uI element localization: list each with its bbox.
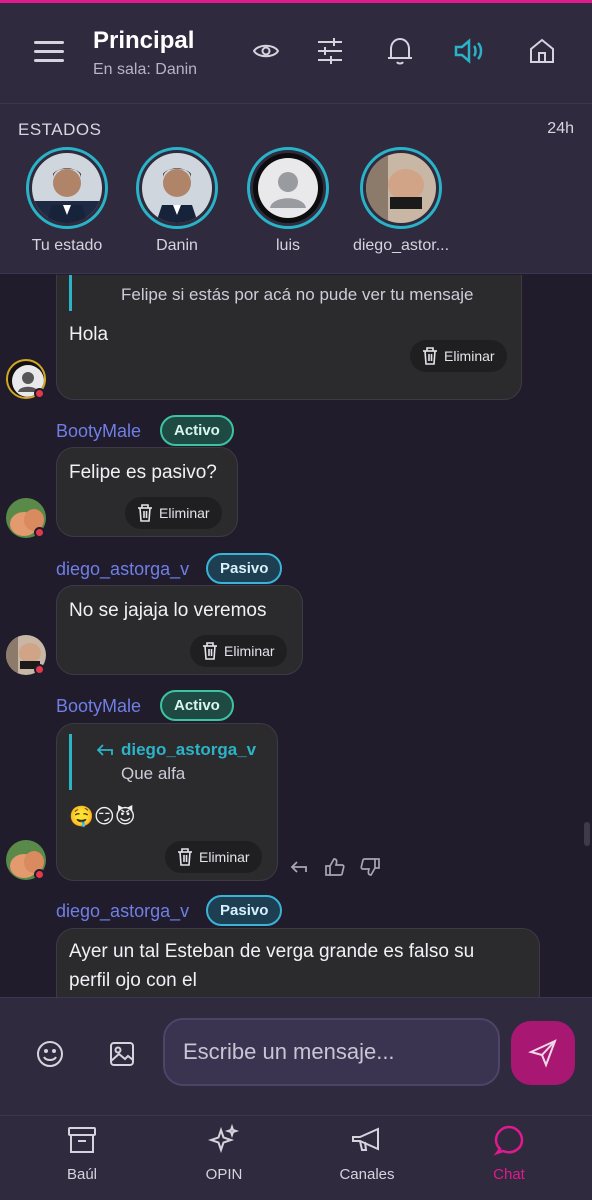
delete-button[interactable]: Eliminar <box>190 635 287 667</box>
message-text-line-2: perfil ojo con el <box>69 970 197 991</box>
archive-icon <box>22 1122 142 1158</box>
room-subtitle: En sala: Danin <box>93 61 198 78</box>
reply-username: diego_astorga_v <box>121 740 257 759</box>
message-text-line-1: Ayer un tal Esteban de verga grande es f… <box>69 941 475 962</box>
chat-icon <box>449 1122 569 1158</box>
emoji-icon[interactable] <box>32 1036 68 1072</box>
story-diego[interactable]: diego_astor... <box>341 147 461 255</box>
send-button[interactable] <box>511 1021 575 1085</box>
story-luis[interactable]: luis <box>228 147 348 255</box>
avatar <box>253 153 323 223</box>
role-badge: Activo <box>160 415 234 446</box>
role-badge: Pasivo <box>206 895 283 926</box>
message-username[interactable]: BootyMale <box>56 421 141 442</box>
trash-icon <box>203 642 217 660</box>
nav-label: Baúl <box>66 1166 98 1183</box>
message-bubble: Felipe si estás por acá no pude ver tu m… <box>56 275 522 400</box>
status-dot <box>34 664 45 675</box>
scrollbar-thumb[interactable] <box>584 822 590 846</box>
message-username[interactable]: BootyMale <box>56 696 141 717</box>
message-username[interactable]: diego_astorga_v <box>56 559 189 580</box>
chat-messages[interactable]: Felipe si estás por acá no pude ver tu m… <box>0 275 592 997</box>
page-title: Principal <box>93 27 195 54</box>
nav-item-opin[interactable]: OPIN <box>164 1122 284 1183</box>
message-input[interactable] <box>163 1018 500 1086</box>
trash-icon <box>423 347 437 365</box>
story-danin[interactable]: Danin <box>117 147 237 255</box>
menu-icon[interactable] <box>34 41 64 65</box>
thumbs-up-icon[interactable] <box>325 857 345 877</box>
delete-label: Eliminar <box>224 643 275 659</box>
message-bubble: No se jajaja lo veremos Eliminar <box>56 585 303 675</box>
story-name: diego_astor... <box>352 237 450 254</box>
message-text: 🤤😏😈 <box>69 806 136 828</box>
trash-icon <box>178 848 192 866</box>
sparkles-icon <box>164 1122 284 1158</box>
role-badge: Pasivo <box>206 553 283 584</box>
delete-label: Eliminar <box>159 505 210 521</box>
nav-item-baul[interactable]: Baúl <box>22 1122 142 1183</box>
trash-icon <box>138 504 152 522</box>
reply-icon[interactable] <box>290 859 308 875</box>
thumbs-down-icon[interactable] <box>360 857 380 877</box>
stories-section: ESTADOS 24h Tu estado Danin luis diego_a… <box>0 104 592 274</box>
avatar <box>142 153 212 223</box>
stories-timeframe: 24h <box>547 120 574 137</box>
message-bubble: diego_astorga_v Que alfa 🤤😏😈 Eliminar <box>56 723 278 881</box>
story-name: Tu estado <box>31 237 103 254</box>
filters-icon[interactable] <box>312 33 348 69</box>
delete-button[interactable]: Eliminar <box>165 841 262 873</box>
nav-label: Chat <box>493 1166 525 1183</box>
delete-button[interactable]: Eliminar <box>125 497 222 529</box>
message-bubble: Ayer un tal Esteban de verga grande es f… <box>56 928 540 997</box>
bottom-navigation: Baúl OPIN Canales Chat <box>0 1115 592 1200</box>
home-icon[interactable] <box>524 33 560 69</box>
nav-item-chat[interactable]: Chat <box>449 1122 569 1183</box>
avatar <box>32 153 102 223</box>
status-dot <box>34 388 45 399</box>
bell-icon[interactable] <box>382 33 418 69</box>
image-icon[interactable] <box>104 1036 140 1072</box>
eye-icon[interactable] <box>248 33 284 69</box>
message-composer <box>0 997 592 1115</box>
nav-label: Canales <box>339 1166 395 1183</box>
story-name: Danin <box>156 237 198 254</box>
message-bubble: Felipe es pasivo? Eliminar <box>56 447 238 537</box>
message-text: Felipe es pasivo? <box>69 462 217 483</box>
status-dot <box>34 527 45 538</box>
story-name: luis <box>275 237 300 254</box>
send-icon <box>528 1039 557 1068</box>
reply-preview: Que alfa <box>121 764 186 783</box>
app-header: Principal En sala: Danin <box>0 3 592 104</box>
status-dot <box>34 869 45 880</box>
avatar <box>366 153 436 223</box>
stories-title: ESTADOS <box>18 120 102 139</box>
delete-label: Eliminar <box>444 348 495 364</box>
megaphone-icon <box>307 1122 427 1158</box>
sound-on-icon[interactable] <box>452 33 488 69</box>
delete-button[interactable]: Eliminar <box>410 340 507 372</box>
message-text: Hola <box>69 324 109 345</box>
nav-label: OPIN <box>205 1166 243 1183</box>
reply-arrow-icon <box>97 744 113 756</box>
role-badge: Activo <box>160 690 234 721</box>
delete-label: Eliminar <box>199 849 250 865</box>
story-own[interactable]: Tu estado <box>7 147 127 255</box>
reply-preview: Felipe si estás por acá no pude ver tu m… <box>121 285 474 304</box>
message-text: No se jajaja lo veremos <box>69 600 267 621</box>
nav-item-canales[interactable]: Canales <box>307 1122 427 1183</box>
message-username[interactable]: diego_astorga_v <box>56 901 189 922</box>
